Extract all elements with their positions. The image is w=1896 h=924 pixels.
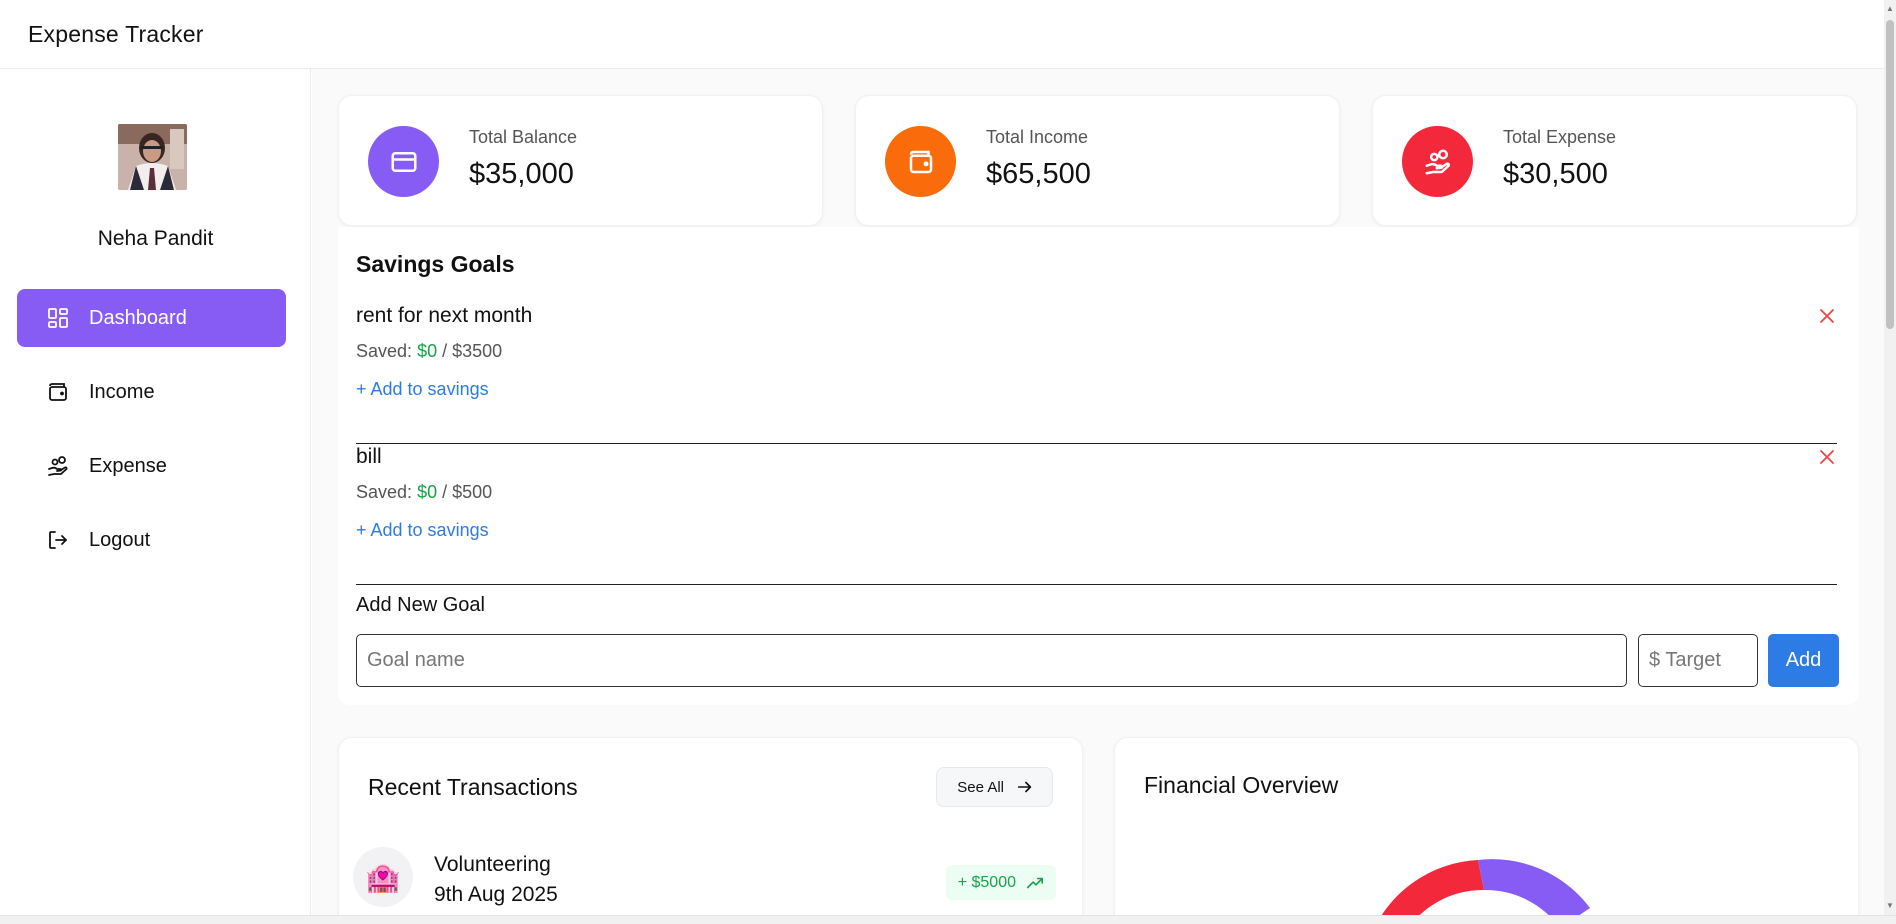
stat-value: $65,500: [986, 158, 1091, 190]
scroll-thumb[interactable]: [1886, 20, 1894, 329]
sidebar-item-label: Income: [89, 380, 155, 403]
savings-goals-section: Savings Goals rent for next month Saved:…: [338, 227, 1859, 705]
recent-transactions-title: Recent Transactions: [368, 774, 578, 800]
financial-overview-card: Financial Overview: [1114, 737, 1859, 915]
goal-progress: Saved: $0 / $500: [356, 482, 492, 503]
saved-prefix: Saved:: [356, 482, 413, 502]
add-new-goal-title: Add New Goal: [356, 594, 485, 616]
sidebar: Neha Pandit Dashboard Income Expense Log…: [0, 69, 311, 915]
stat-label: Total Expense: [1503, 127, 1617, 147]
saved-prefix: Saved:: [356, 341, 413, 361]
horizontal-scrollbar[interactable]: [0, 915, 1896, 924]
vertical-scrollbar[interactable]: ▲ ▼: [1884, 0, 1896, 915]
wallet-icon: [885, 126, 956, 197]
goal-item: rent for next month Saved: $0 / $3500 + …: [356, 304, 1837, 444]
sidebar-item-income[interactable]: Income: [17, 363, 286, 421]
stat-value: $35,000: [469, 158, 574, 190]
close-icon[interactable]: [1817, 306, 1837, 326]
goal-target-input[interactable]: [1638, 634, 1758, 687]
transaction-amount: + $5000: [957, 873, 1016, 891]
total-income-card: Total Income $65,500: [855, 95, 1340, 226]
avatar: [118, 124, 187, 190]
transaction-date: 9th Aug 2025: [434, 883, 558, 906]
sidebar-item-label: Expense: [89, 454, 167, 477]
transaction-row[interactable]: 🏩 Volunteering 9th Aug 2025 + $5000: [353, 847, 1056, 915]
top-bar: Expense Tracker: [0, 0, 1884, 69]
sidebar-item-label: Logout: [89, 528, 151, 551]
stat-label: Total Balance: [469, 127, 578, 147]
logout-icon: [45, 527, 71, 553]
dashboard-grid-icon: [45, 305, 71, 331]
add-goal-button[interactable]: Add: [1768, 634, 1839, 687]
see-all-label: See All: [957, 778, 1004, 796]
see-all-button[interactable]: See All: [936, 767, 1053, 807]
wallet-icon: [45, 379, 71, 405]
transaction-name: Volunteering: [434, 853, 551, 876]
saved-separator: /: [442, 482, 448, 502]
close-icon[interactable]: [1817, 447, 1837, 467]
total-balance-card: Total Balance $35,000: [338, 95, 823, 226]
scroll-down-icon[interactable]: ▼: [1886, 901, 1894, 911]
app-title: Expense Tracker: [28, 20, 204, 47]
sidebar-item-logout[interactable]: Logout: [17, 511, 286, 569]
credit-card-icon: [368, 126, 439, 197]
hand-coins-icon: [45, 453, 71, 479]
financial-overview-donut: [1381, 859, 1590, 915]
transaction-amount-badge: + $5000: [945, 865, 1056, 900]
goal-name: rent for next month: [356, 304, 533, 327]
total-expense-card: Total Expense $30,500: [1372, 95, 1857, 226]
goal-target: $500: [452, 482, 493, 502]
goal-item: bill Saved: $0 / $500 + Add to savings: [356, 445, 1837, 585]
goal-progress: Saved: $0 / $3500: [356, 341, 502, 362]
sidebar-item-expense[interactable]: Expense: [17, 437, 286, 495]
financial-overview-title: Financial Overview: [1144, 772, 1339, 798]
goal-name: bill: [356, 445, 382, 468]
stat-label: Total Income: [986, 127, 1089, 147]
recent-transactions-card: Recent Transactions See All 🏩 Volunteeri…: [338, 737, 1083, 915]
goal-name-input[interactable]: [356, 634, 1627, 687]
goal-target: $3500: [452, 341, 503, 361]
scroll-up-icon[interactable]: ▲: [1886, 4, 1894, 14]
user-name: Neha Pandit: [97, 227, 214, 250]
add-to-savings-link[interactable]: + Add to savings: [356, 379, 489, 400]
trending-up-icon: [1026, 877, 1044, 888]
stat-value: $30,500: [1503, 158, 1608, 190]
savings-goals-title: Savings Goals: [356, 251, 515, 277]
sidebar-item-dashboard[interactable]: Dashboard: [17, 289, 286, 347]
main-content: Total Balance $35,000 Total Income $65,5…: [312, 69, 1884, 915]
transaction-emoji-icon: 🏩: [353, 847, 413, 907]
saved-amount: $0: [417, 482, 438, 502]
add-to-savings-link[interactable]: + Add to savings: [356, 520, 489, 541]
arrow-right-icon: [1017, 781, 1032, 793]
saved-amount: $0: [417, 341, 438, 361]
sidebar-item-label: Dashboard: [89, 306, 187, 329]
donut-slice-expense: [1381, 860, 1484, 915]
donut-slice-balance: [1478, 859, 1590, 915]
hand-coins-icon: [1402, 126, 1473, 197]
saved-separator: /: [442, 341, 448, 361]
sidebar-nav: Dashboard Income Expense Logout: [17, 289, 286, 585]
